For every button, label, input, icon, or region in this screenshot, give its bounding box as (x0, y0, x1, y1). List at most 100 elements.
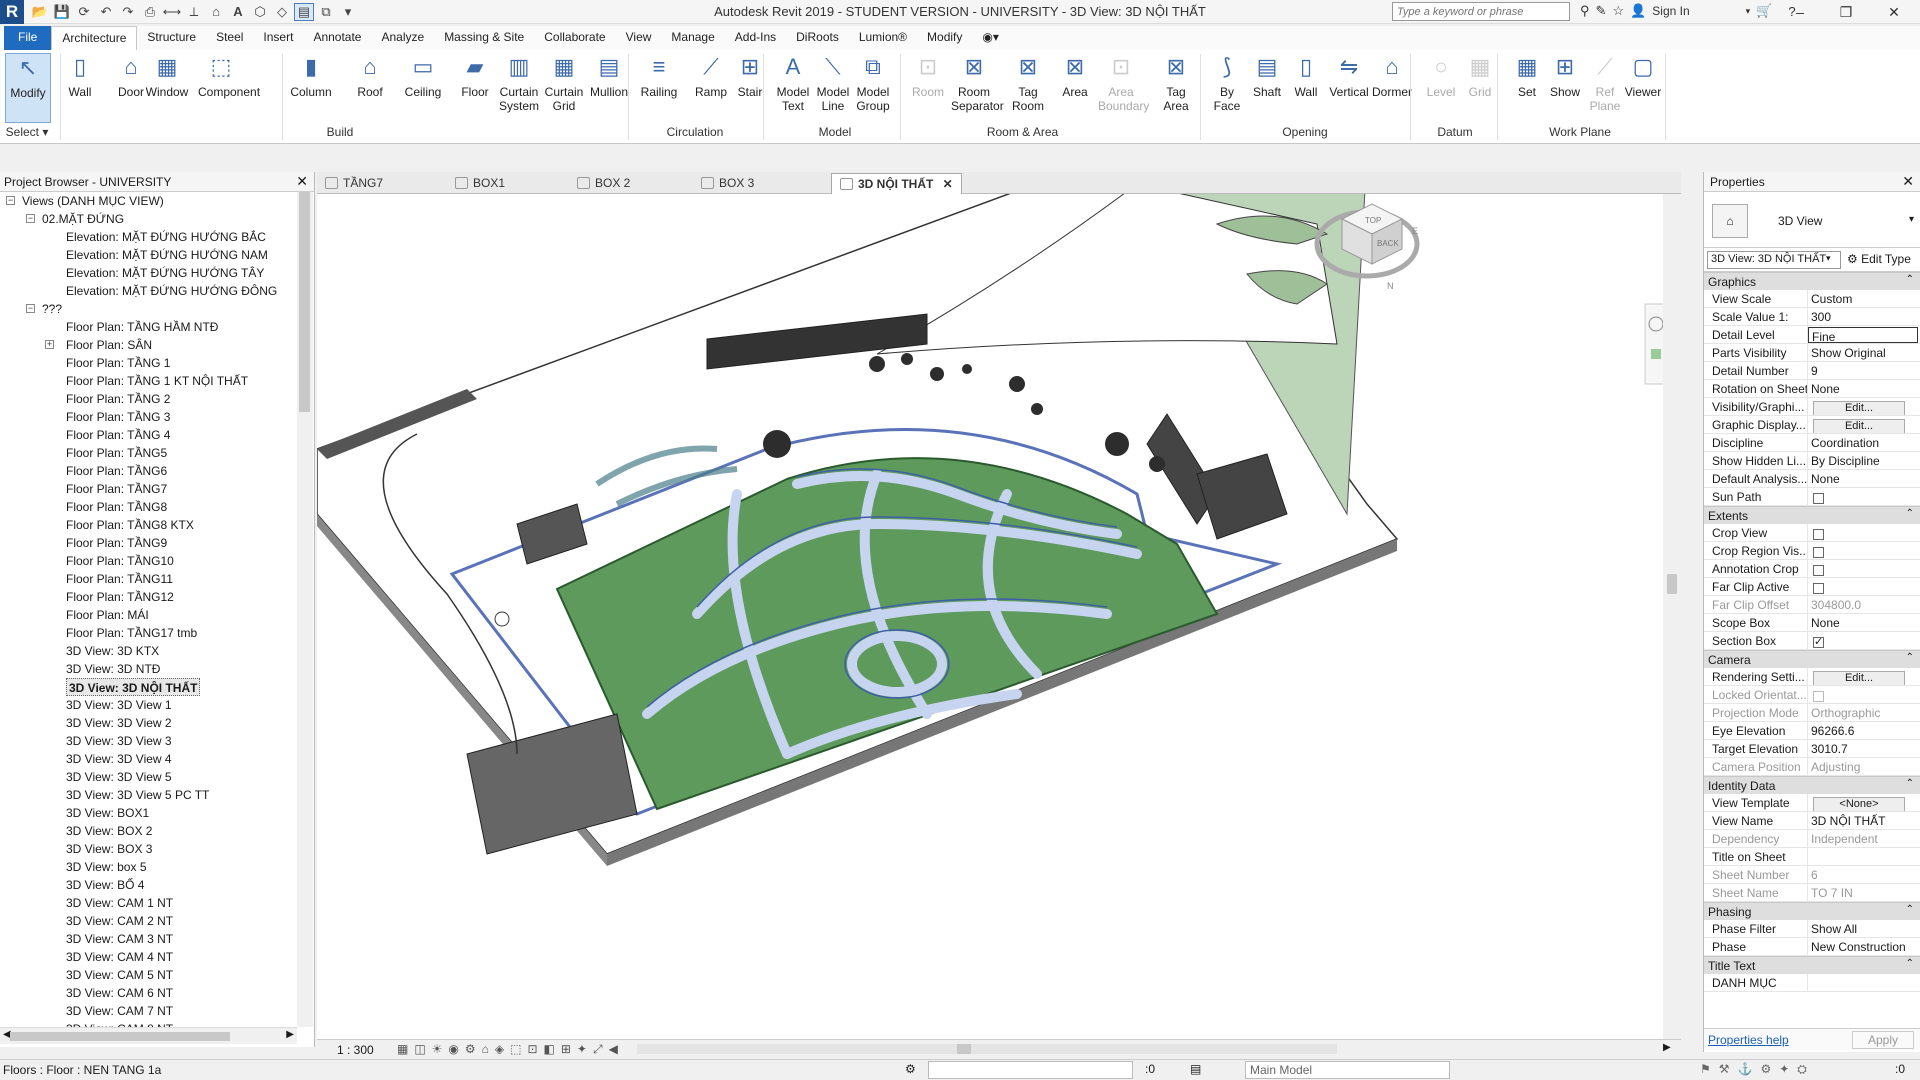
tree-item[interactable]: 3D View: 3D View 5 PC TT (66, 786, 209, 804)
property-value[interactable] (1808, 632, 1920, 649)
3d-model-view[interactable]: TOP BACK N E (316, 153, 1681, 1039)
customize-qat-icon[interactable]: ▾ (338, 3, 358, 21)
tree-item[interactable]: Floor Plan: TẦNG11 (66, 570, 173, 588)
panel-datum[interactable]: Datum (1410, 125, 1500, 139)
tree-item[interactable]: 3D View: box 5 (66, 858, 147, 876)
measure-icon[interactable]: ⟷ (162, 3, 182, 21)
tree-item[interactable]: 3D View: CAM 1 NT (66, 894, 173, 912)
tree-item[interactable]: Elevation: MẶT ĐỨNG HƯỚNG BẮC (66, 228, 266, 246)
tree-item[interactable]: 3D View: 3D KTX (66, 642, 159, 660)
viewcube-back[interactable]: BACK (1377, 239, 1399, 248)
tab-view[interactable]: View (616, 26, 662, 50)
tree-item[interactable]: Floor Plan: MÁI (66, 606, 149, 624)
property-value[interactable]: 3D NỘI THẤT (1808, 812, 1920, 829)
3d-view-icon[interactable]: ⬡ (250, 3, 270, 21)
tree-item[interactable]: Elevation: MẶT ĐỨNG HƯỚNG ĐÔNG (66, 282, 277, 300)
railing-button[interactable]: ≡ Railing (636, 53, 682, 123)
tree-item[interactable]: Floor Plan: TẦNG6 (66, 462, 167, 480)
chevron-down-icon[interactable]: ▾ (1909, 214, 1914, 225)
vertical-scrollbar[interactable] (297, 192, 313, 1027)
tree-item[interactable]: Elevation: MẶT ĐỨNG HƯỚNG TÂY (66, 264, 264, 282)
view-tab[interactable]: 3D NỘI THẤT ✕ (831, 173, 962, 194)
tree-item[interactable]: Floor Plan: TẦNG7 (66, 480, 167, 498)
design-option-dropdown[interactable]: Main Model (1245, 1061, 1450, 1079)
tree-item[interactable]: 3D View: CAM 4 NT (66, 948, 173, 966)
edit-type-button[interactable]: ⚙ Edit Type (1847, 252, 1911, 266)
print-icon[interactable]: ⎙ (140, 3, 160, 21)
tree-item[interactable]: Floor Plan: TẦNG8 (66, 498, 167, 516)
vertical-button[interactable]: ⇋ Vertical (1326, 53, 1372, 123)
tree-item[interactable]: Elevation: MẶT ĐỨNG HƯỚNG NAM (66, 246, 268, 264)
binoculars-icon[interactable]: ⚲ (1580, 3, 1590, 19)
tab-lumion-[interactable]: Lumion® (849, 26, 917, 50)
subscription-icon[interactable]: ✎ (1596, 3, 1607, 19)
thin-lines-icon[interactable]: ▤ (294, 2, 314, 21)
tab-file[interactable]: File (4, 26, 52, 50)
chevron-down-icon[interactable]: ▾ (1746, 6, 1751, 17)
favorites-icon[interactable]: ☆ (1612, 3, 1624, 19)
horizontal-scrollbar[interactable]: ◀ ▶ (0, 1027, 297, 1044)
horizontal-scrollbar[interactable] (637, 1044, 1337, 1054)
property-category[interactable]: Graphics ⌃ (1704, 272, 1920, 290)
edit-button[interactable]: Edit... (1813, 419, 1905, 433)
chevron-down-icon[interactable]: ▾ (1826, 253, 1831, 264)
text-icon[interactable]: A (228, 3, 248, 21)
collapse-icon[interactable]: ⌃ (1906, 508, 1914, 519)
tab-structure[interactable]: Structure (137, 26, 206, 50)
tree-item[interactable]: Floor Plan: TẦNG HẦM NTĐ (66, 318, 218, 336)
property-value[interactable]: Show Original (1808, 344, 1920, 361)
tree-item[interactable]: Floor Plan: TẦNG 2 (66, 390, 170, 408)
property-value[interactable] (1808, 488, 1920, 505)
tree-expander-icon[interactable]: − (26, 214, 35, 223)
property-value[interactable] (1808, 560, 1920, 577)
property-value[interactable] (1808, 974, 1920, 991)
tree-item[interactable]: 3D View: CAM 8 NT (66, 1020, 173, 1027)
property-value[interactable]: None (1808, 470, 1920, 487)
collapse-icon[interactable]: ⌃ (1906, 274, 1914, 285)
tree-item[interactable]: 3D View: 3D View 1 (66, 696, 172, 714)
property-value[interactable] (1808, 848, 1920, 865)
column-button[interactable]: ▮ Column (288, 53, 334, 123)
property-category[interactable]: Camera ⌃ (1704, 650, 1920, 668)
tree-item[interactable]: Floor Plan: TẦNG8 KTX (66, 516, 194, 534)
chevron-right-icon[interactable]: ▶ (286, 1029, 294, 1040)
tree-item[interactable]: Floor Plan: TẦNG 1 KT NỘI THẤT (66, 372, 248, 390)
property-value[interactable]: 3010.7 (1808, 740, 1920, 757)
collapse-icon[interactable]: ⌃ (1906, 652, 1914, 663)
component-button[interactable]: ⬚ Component (198, 53, 260, 123)
tree-item[interactable]: 02.MẶT ĐỨNG (42, 210, 124, 228)
room-separator-button[interactable]: ⊠ Room Separator (951, 53, 1004, 123)
dimension-icon[interactable]: ⟂ (184, 3, 204, 21)
view-tab[interactable]: BOX 3 (693, 173, 762, 194)
tree-item[interactable]: 3D View: CAM 2 NT (66, 912, 173, 930)
apply-button[interactable]: Apply (1852, 1031, 1914, 1049)
ceiling-button[interactable]: ▭ Ceiling (400, 53, 446, 123)
checkbox[interactable] (1813, 529, 1824, 540)
chevron-right-icon[interactable]: ▶ (1663, 1042, 1671, 1053)
view-scale[interactable]: 1 : 300 (337, 1043, 374, 1057)
stair-button[interactable]: ⊞ Stair (727, 53, 773, 123)
edit-button[interactable]: <None> (1813, 797, 1905, 811)
property-category[interactable]: Identity Data ⌃ (1704, 776, 1920, 794)
property-value[interactable] (1808, 542, 1920, 559)
redo-icon[interactable]: ↷ (118, 3, 138, 21)
tree-item[interactable]: 3D View: 3D View 5 (66, 768, 172, 786)
room-button[interactable]: ⊡ Room (905, 53, 951, 123)
property-value[interactable]: 300 (1808, 308, 1920, 325)
tree-item[interactable]: Floor Plan: TẦNG12 (66, 588, 174, 606)
tree-item[interactable]: Floor Plan: TẦNG5 (66, 444, 167, 462)
collapse-icon[interactable]: ⌃ (1906, 778, 1914, 789)
property-value[interactable]: Custom (1808, 290, 1920, 307)
property-value[interactable]: 9 (1808, 362, 1920, 379)
tab-steel[interactable]: Steel (206, 26, 253, 50)
tree-item[interactable]: 3D View: 3D NTĐ (66, 660, 160, 678)
checkbox[interactable] (1813, 493, 1824, 504)
curtain-system-button[interactable]: ▥ Curtain System (496, 53, 542, 123)
tab-diroots[interactable]: DiRoots (786, 26, 849, 50)
scroll-thumb[interactable] (957, 1044, 971, 1054)
tree-item[interactable]: Views (DANH MỤC VIEW) (22, 192, 164, 210)
tab-massing-site[interactable]: Massing & Site (434, 26, 534, 50)
type-selector[interactable]: ⌂ 3D View ▾ (1704, 192, 1920, 248)
checkbox[interactable] (1813, 583, 1824, 594)
view-tab[interactable]: BOX1 (447, 173, 513, 194)
